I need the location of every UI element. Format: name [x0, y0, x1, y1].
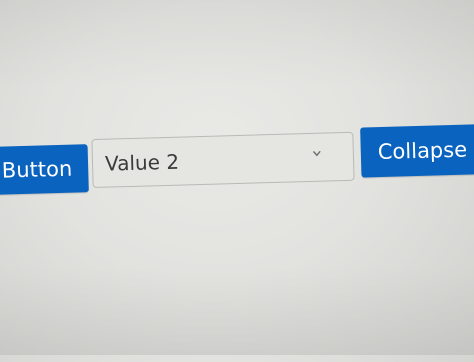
left-button[interactable]: Button [0, 144, 89, 195]
value-dropdown[interactable]: Value 2 [91, 131, 355, 189]
collapse-button[interactable]: Collapse . [360, 123, 474, 178]
chevron-down-icon [313, 150, 321, 159]
toolbar: Button Value 2 Collapse . [0, 0, 474, 362]
dropdown-selected-value: Value 2 [104, 149, 180, 176]
